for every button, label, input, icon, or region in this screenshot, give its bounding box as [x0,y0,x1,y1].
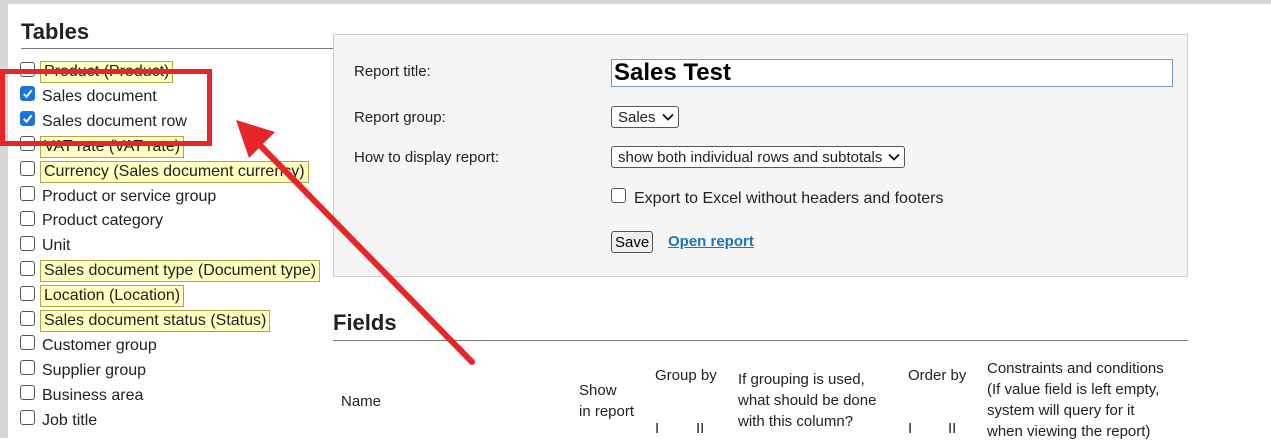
column-if-grouping-line: If grouping is used, [738,371,865,388]
table-item-label: Product (Product) [40,61,174,83]
tables-heading: Tables [21,19,90,44]
report-group-label: Report group: [354,109,446,126]
table-item-label: Sales document [42,87,157,105]
column-constraints: Constraints and conditions (If value fie… [987,358,1164,442]
table-checkbox[interactable] [20,285,35,301]
chevron-down-icon [888,153,900,161]
report-title-input[interactable] [611,59,1173,87]
column-order-by: Order by [908,367,967,384]
table-checkbox[interactable] [20,335,35,351]
checkmark-icon [23,114,33,124]
table-item-label: Supplier group [42,361,147,379]
table-item[interactable]: Sales document [20,86,159,108]
table-item[interactable]: VAT rate (VAT rate) [20,135,185,158]
table-checkbox[interactable] [20,360,35,376]
column-show-line: in report [579,403,635,420]
table-item-label: Customer group [42,336,157,354]
table-item[interactable]: Sales document type (Document type) [20,260,321,283]
table-checkbox[interactable] [20,210,35,226]
report-settings-panel: Report title: Report group: Sales How to… [333,34,1188,277]
table-checkbox[interactable] [20,186,35,201]
column-order-by-i: I [908,420,913,437]
display-mode-value: show both individual rows and subtotals [618,148,883,166]
table-checkbox[interactable] [20,86,35,102]
table-item-label: Product category [42,212,163,230]
table-item-label: Currency (Sales document currency) [40,160,309,183]
table-checkbox[interactable] [20,260,35,276]
column-constraints-line: system will query for it [987,402,1135,419]
fields-divider [333,340,1188,341]
column-group-by: Group by [655,367,717,384]
table-item[interactable]: Supplier group [20,360,148,382]
column-order-by-ii: II [948,420,957,437]
column-constraints-line: Constraints and conditions [987,360,1164,377]
table-item[interactable]: Sales document row [20,111,189,133]
table-item[interactable]: Job title [20,410,99,432]
export-checkbox[interactable] [611,187,626,203]
table-item-label: Location (Location) [40,285,185,308]
column-if-grouping: If grouping is used, what should be done… [738,369,876,432]
column-group-by-ii: II [696,420,705,437]
table-item[interactable]: Location (Location) [20,285,185,308]
left-border [0,0,8,438]
save-button[interactable]: Save [611,231,654,253]
table-item[interactable]: Currency (Sales document currency) [20,160,309,183]
table-checkbox[interactable] [20,136,35,152]
export-label: Export to Excel without headers and foot… [634,190,944,207]
column-show-in-report: Show in report [579,380,634,422]
table-item-label: Business area [42,386,144,404]
table-item-label: Job title [42,411,98,429]
column-constraints-line: when viewing the report) [987,423,1151,440]
column-name: Name [341,393,382,410]
table-checkbox[interactable] [20,310,35,326]
report-group-value: Sales [618,108,656,126]
table-item[interactable]: Customer group [20,335,159,357]
table-item[interactable]: Product category [20,210,165,232]
table-item-label: VAT rate (VAT rate) [40,135,185,158]
table-item[interactable]: Product or service group [20,186,218,208]
fields-heading: Fields [333,310,397,335]
report-group-select[interactable]: Sales [611,106,679,128]
table-checkbox[interactable] [20,235,35,251]
column-constraints-line: (If value field is left empty, [987,381,1160,398]
tables-divider [21,48,334,49]
column-show-line: Show [579,382,617,399]
display-mode-select[interactable]: show both individual rows and subtotals [611,146,906,168]
table-item-label: Sales document status (Status) [40,310,271,332]
table-item[interactable]: Business area [20,385,145,407]
table-checkbox[interactable] [20,111,35,127]
export-option[interactable]: Export to Excel without headers and foot… [611,187,944,207]
table-item[interactable]: Sales document status (Status) [20,310,271,332]
table-item-label: Unit [42,237,71,255]
report-title-label: Report title: [354,63,431,80]
column-if-grouping-line: what should be done [738,392,877,409]
table-checkbox[interactable] [20,161,35,177]
chevron-down-icon [661,113,674,121]
table-checkbox[interactable] [20,410,35,426]
display-mode-label: How to display report: [354,149,500,166]
table-checkbox[interactable] [20,61,35,77]
table-checkbox[interactable] [20,385,35,401]
top-border [0,0,1271,4]
table-item-label: Sales document row [42,112,187,130]
open-report-link[interactable]: Open report [668,233,754,250]
column-if-grouping-line: with this column? [738,413,854,430]
annotation-arrow-head [236,120,275,158]
checkmark-icon [23,90,33,99]
table-item[interactable]: Product (Product) [20,61,174,83]
table-item-label: Product or service group [42,187,217,205]
table-item-label: Sales document type (Document type) [40,260,321,283]
column-group-by-i: I [655,420,660,437]
table-item[interactable]: Unit [20,235,72,257]
